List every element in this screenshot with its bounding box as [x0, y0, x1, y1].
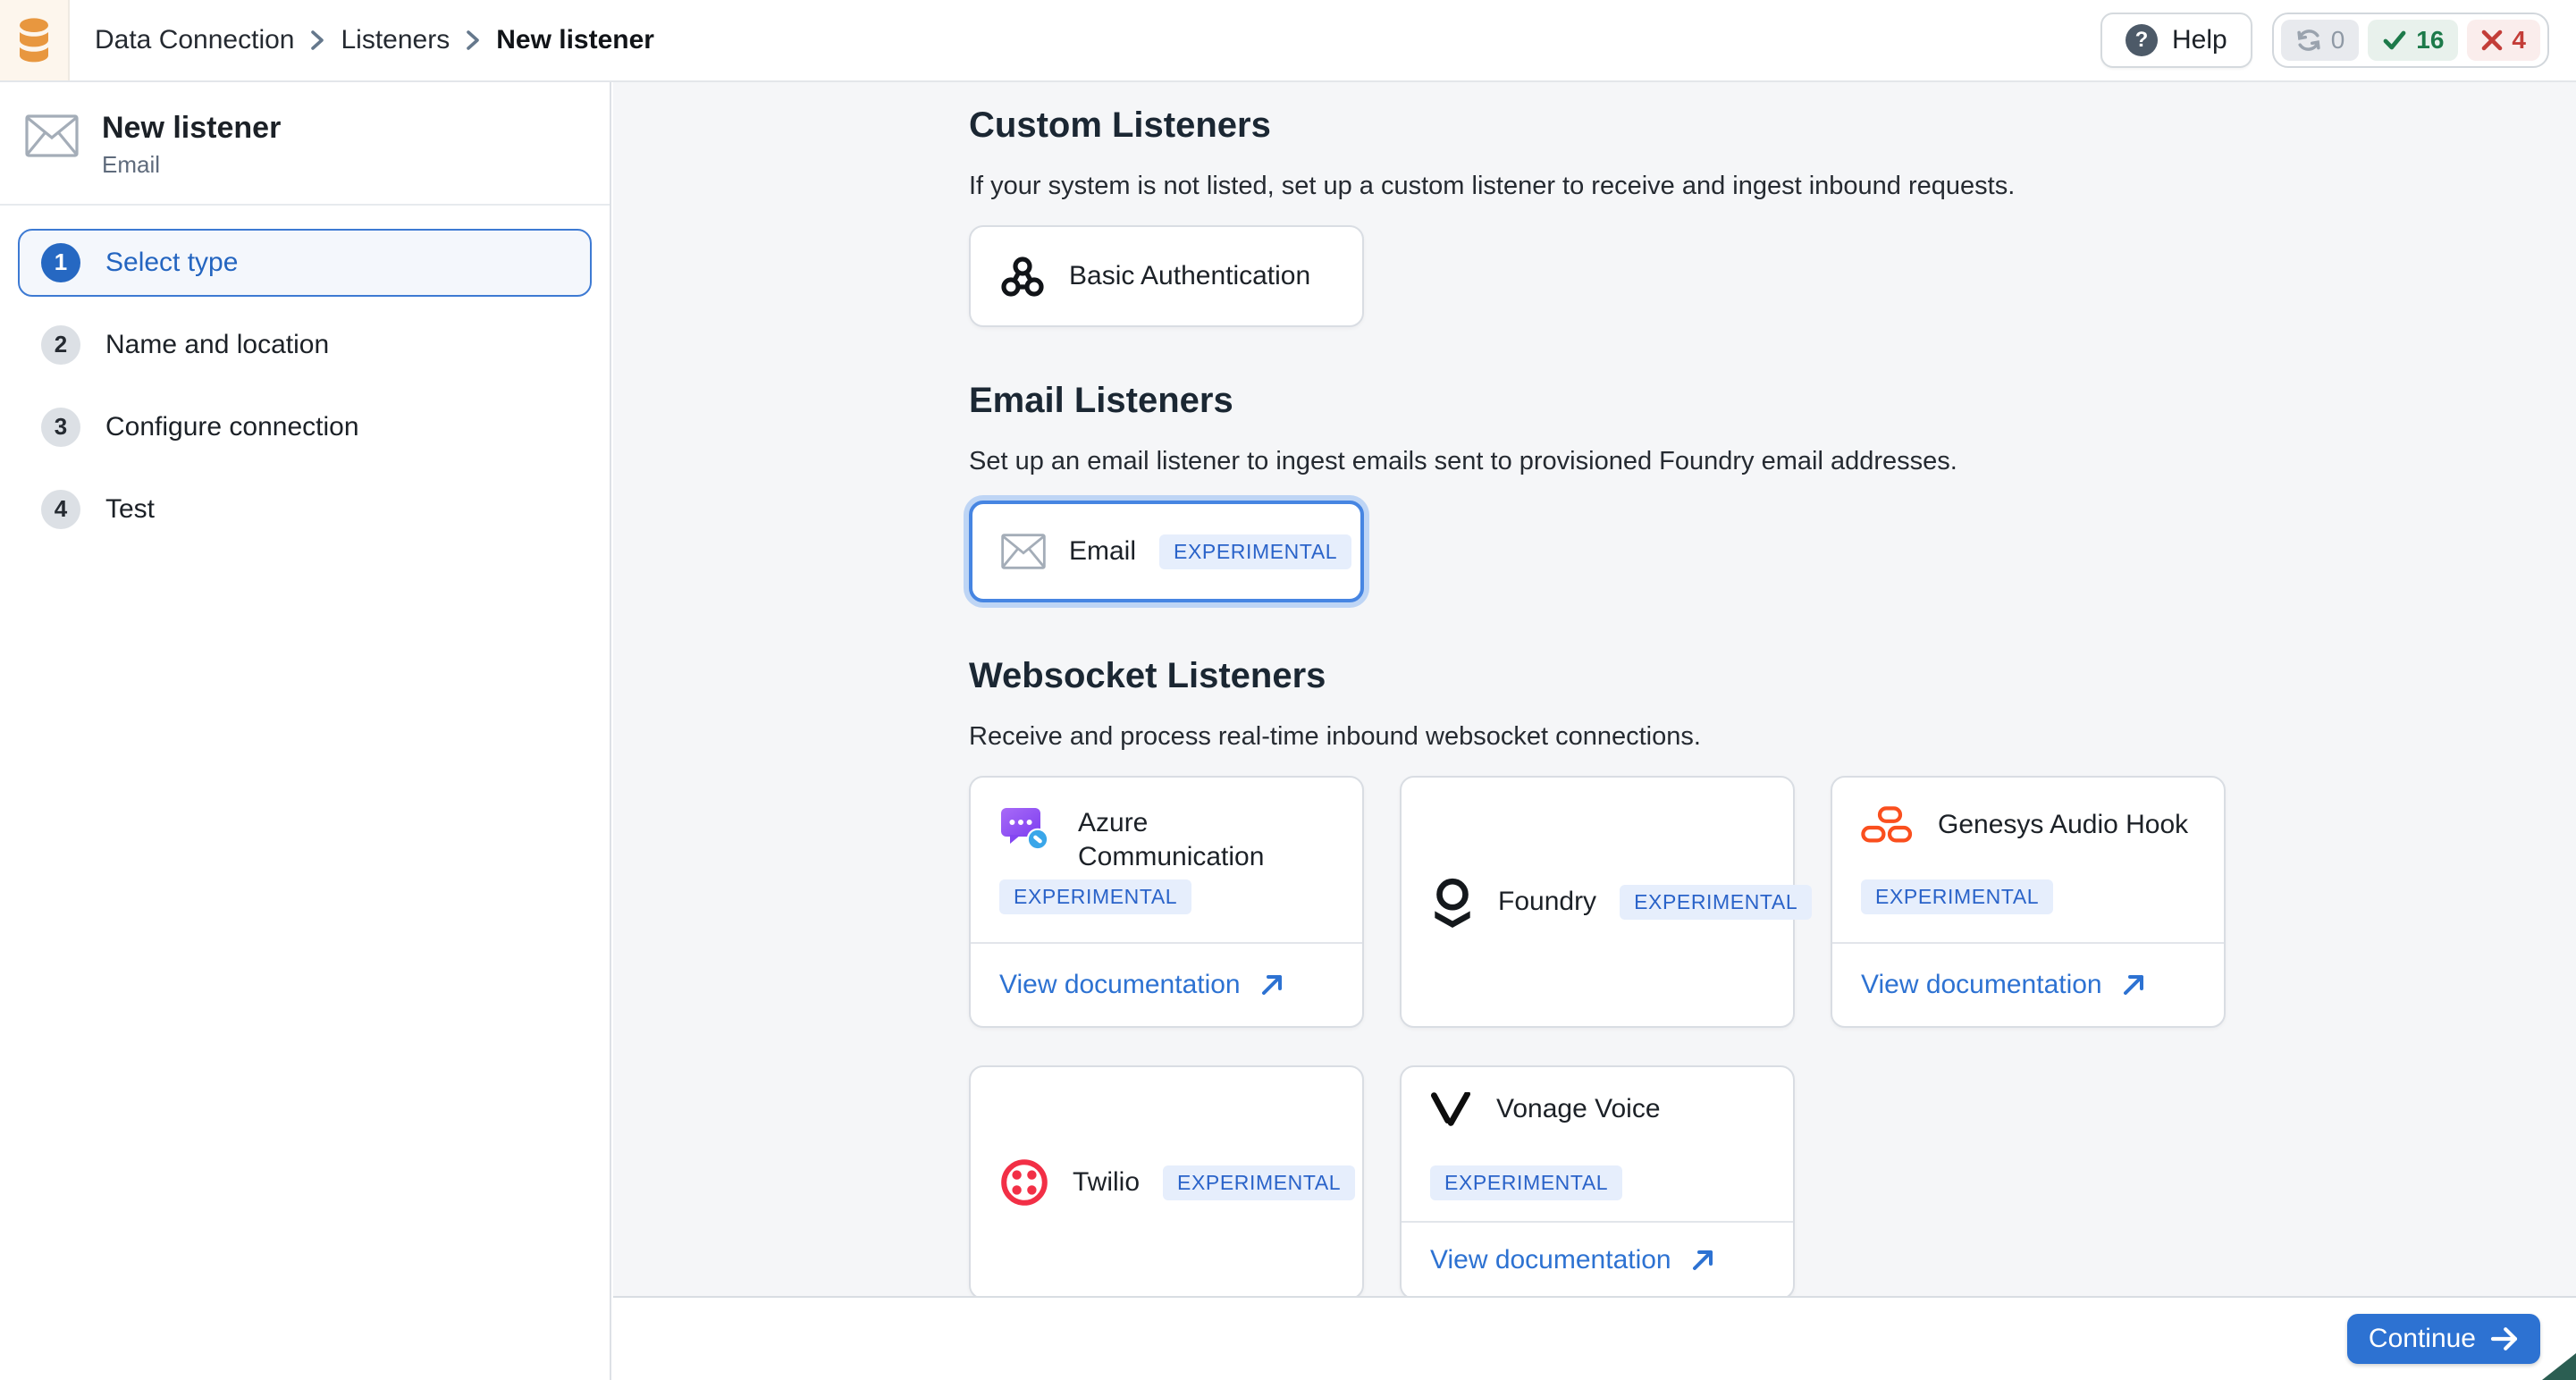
continue-label: Continue: [2369, 1324, 2476, 1354]
arrow-up-right-icon: [1260, 973, 1284, 997]
websocket-cards-grid: Azure Communication Services EXPERIMENTA…: [969, 776, 2227, 1296]
step-number: 1: [41, 243, 80, 282]
websocket-listeners-section: Websocket Listeners Receive and process …: [969, 654, 2227, 1296]
card-label: Foundry: [1498, 887, 1596, 917]
failed-count: 4: [2512, 26, 2526, 55]
wizard-footer: Continue: [613, 1296, 2576, 1380]
section-description: Set up an email listener to ingest email…: [969, 443, 2227, 479]
help-label: Help: [2172, 25, 2227, 55]
vonage-voice-card[interactable]: Vonage Voice EXPERIMENTAL View documenta…: [1400, 1065, 1795, 1296]
check-icon: [2382, 28, 2407, 53]
card-label: Basic Authentication: [1069, 261, 1310, 291]
wizard-steps: 1 Select type 2 Name and location 3 Conf…: [0, 206, 610, 581]
twilio-icon: [999, 1157, 1049, 1208]
experimental-badge: EXPERIMENTAL: [1163, 1165, 1355, 1200]
card-label: Vonage Voice: [1496, 1092, 1661, 1126]
view-documentation-link[interactable]: View documentation: [1861, 970, 2145, 1000]
azure-communication-services-card[interactable]: Azure Communication Services EXPERIMENTA…: [969, 776, 1364, 1028]
step-number: 4: [41, 490, 80, 529]
arrow-up-right-icon: [2122, 973, 2145, 997]
breadcrumb-listeners[interactable]: Listeners: [341, 25, 450, 55]
card-label: Email: [1069, 536, 1136, 567]
breadcrumb: Data Connection Listeners New listener: [95, 25, 654, 55]
step-number: 2: [41, 325, 80, 365]
genesys-icon: [1861, 806, 1913, 844]
question-mark-icon: ?: [2126, 24, 2158, 56]
webhook-icon: [999, 253, 1046, 299]
step-label: Test: [105, 494, 155, 525]
step-test[interactable]: 4 Test: [18, 475, 592, 543]
breadcrumb-current: New listener: [496, 25, 654, 55]
step-label: Select type: [105, 248, 238, 278]
section-title: Websocket Listeners: [969, 654, 2227, 697]
step-label: Name and location: [105, 330, 329, 360]
step-label: Configure connection: [105, 412, 359, 442]
twilio-card[interactable]: Twilio EXPERIMENTAL: [969, 1065, 1364, 1296]
step-name-and-location[interactable]: 2 Name and location: [18, 311, 592, 379]
experimental-badge: EXPERIMENTAL: [1430, 1165, 1622, 1200]
listener-type-panel: Custom Listeners If your system is not l…: [613, 82, 2576, 1296]
status-success-badge[interactable]: 16: [2368, 20, 2458, 61]
help-button[interactable]: ? Help: [2100, 13, 2252, 68]
experimental-badge: EXPERIMENTAL: [999, 879, 1191, 914]
arrow-up-right-icon: [1691, 1249, 1714, 1272]
card-label: Twilio: [1073, 1167, 1140, 1198]
section-description: If your system is not listed, set up a c…: [969, 168, 2227, 204]
topbar-actions: ? Help 0 16: [2100, 13, 2549, 68]
vonage-icon: [1430, 1092, 1471, 1126]
success-count: 16: [2416, 26, 2444, 55]
foundry-icon: [1430, 876, 1475, 928]
view-documentation-link[interactable]: View documentation: [1430, 1245, 1714, 1275]
breadcrumb-data-connection[interactable]: Data Connection: [95, 25, 294, 55]
section-description: Receive and process real-time inbound we…: [969, 719, 2227, 754]
app-logo[interactable]: [0, 0, 70, 80]
section-title: Email Listeners: [969, 379, 2227, 422]
step-number: 3: [41, 408, 80, 447]
azure-communication-icon: [999, 806, 1049, 851]
database-icon: [16, 17, 52, 63]
experimental-badge: EXPERIMENTAL: [1620, 885, 1812, 920]
basic-authentication-card[interactable]: Basic Authentication: [969, 225, 1364, 327]
continue-button[interactable]: Continue: [2347, 1314, 2540, 1364]
email-listeners-section: Email Listeners Set up an email listener…: [969, 379, 2227, 602]
email-card[interactable]: Email EXPERIMENTAL: [969, 501, 1364, 602]
wizard-subtitle: Email: [102, 151, 281, 179]
top-bar: Data Connection Listeners New listener ?…: [0, 0, 2576, 82]
wizard-title: New listener: [102, 109, 281, 147]
view-documentation-link[interactable]: View documentation: [999, 970, 1284, 1000]
wizard-sidebar: New listener Email 1 Select type 2 Name …: [0, 82, 611, 1380]
genesys-audio-hook-card[interactable]: Genesys Audio Hook EXPERIMENTAL View doc…: [1831, 776, 2226, 1028]
experimental-badge: EXPERIMENTAL: [1159, 534, 1351, 569]
arrow-right-icon: [2490, 1326, 2519, 1351]
cross-icon: [2481, 29, 2503, 51]
status-failed-badge[interactable]: 4: [2467, 20, 2540, 61]
step-configure-connection[interactable]: 3 Configure connection: [18, 393, 592, 461]
custom-listeners-section: Custom Listeners If your system is not l…: [969, 104, 2227, 327]
step-select-type[interactable]: 1 Select type: [18, 229, 592, 297]
envelope-icon: [1001, 534, 1046, 569]
status-in-progress-badge[interactable]: 0: [2281, 20, 2360, 61]
sidebar-header: New listener Email: [0, 82, 610, 206]
chevron-right-icon: [310, 29, 324, 51]
envelope-icon: [25, 114, 79, 157]
section-title: Custom Listeners: [969, 104, 2227, 147]
in-progress-count: 0: [2331, 26, 2345, 55]
refresh-icon: [2295, 27, 2322, 54]
card-label: Genesys Audio Hook: [1938, 808, 2188, 842]
app-root: Data Connection Listeners New listener ?…: [0, 0, 2576, 1380]
chevron-right-icon: [466, 29, 480, 51]
foundry-card[interactable]: Foundry EXPERIMENTAL: [1400, 776, 1795, 1028]
status-summary: 0 16 4: [2272, 13, 2549, 68]
experimental-badge: EXPERIMENTAL: [1861, 879, 2053, 914]
